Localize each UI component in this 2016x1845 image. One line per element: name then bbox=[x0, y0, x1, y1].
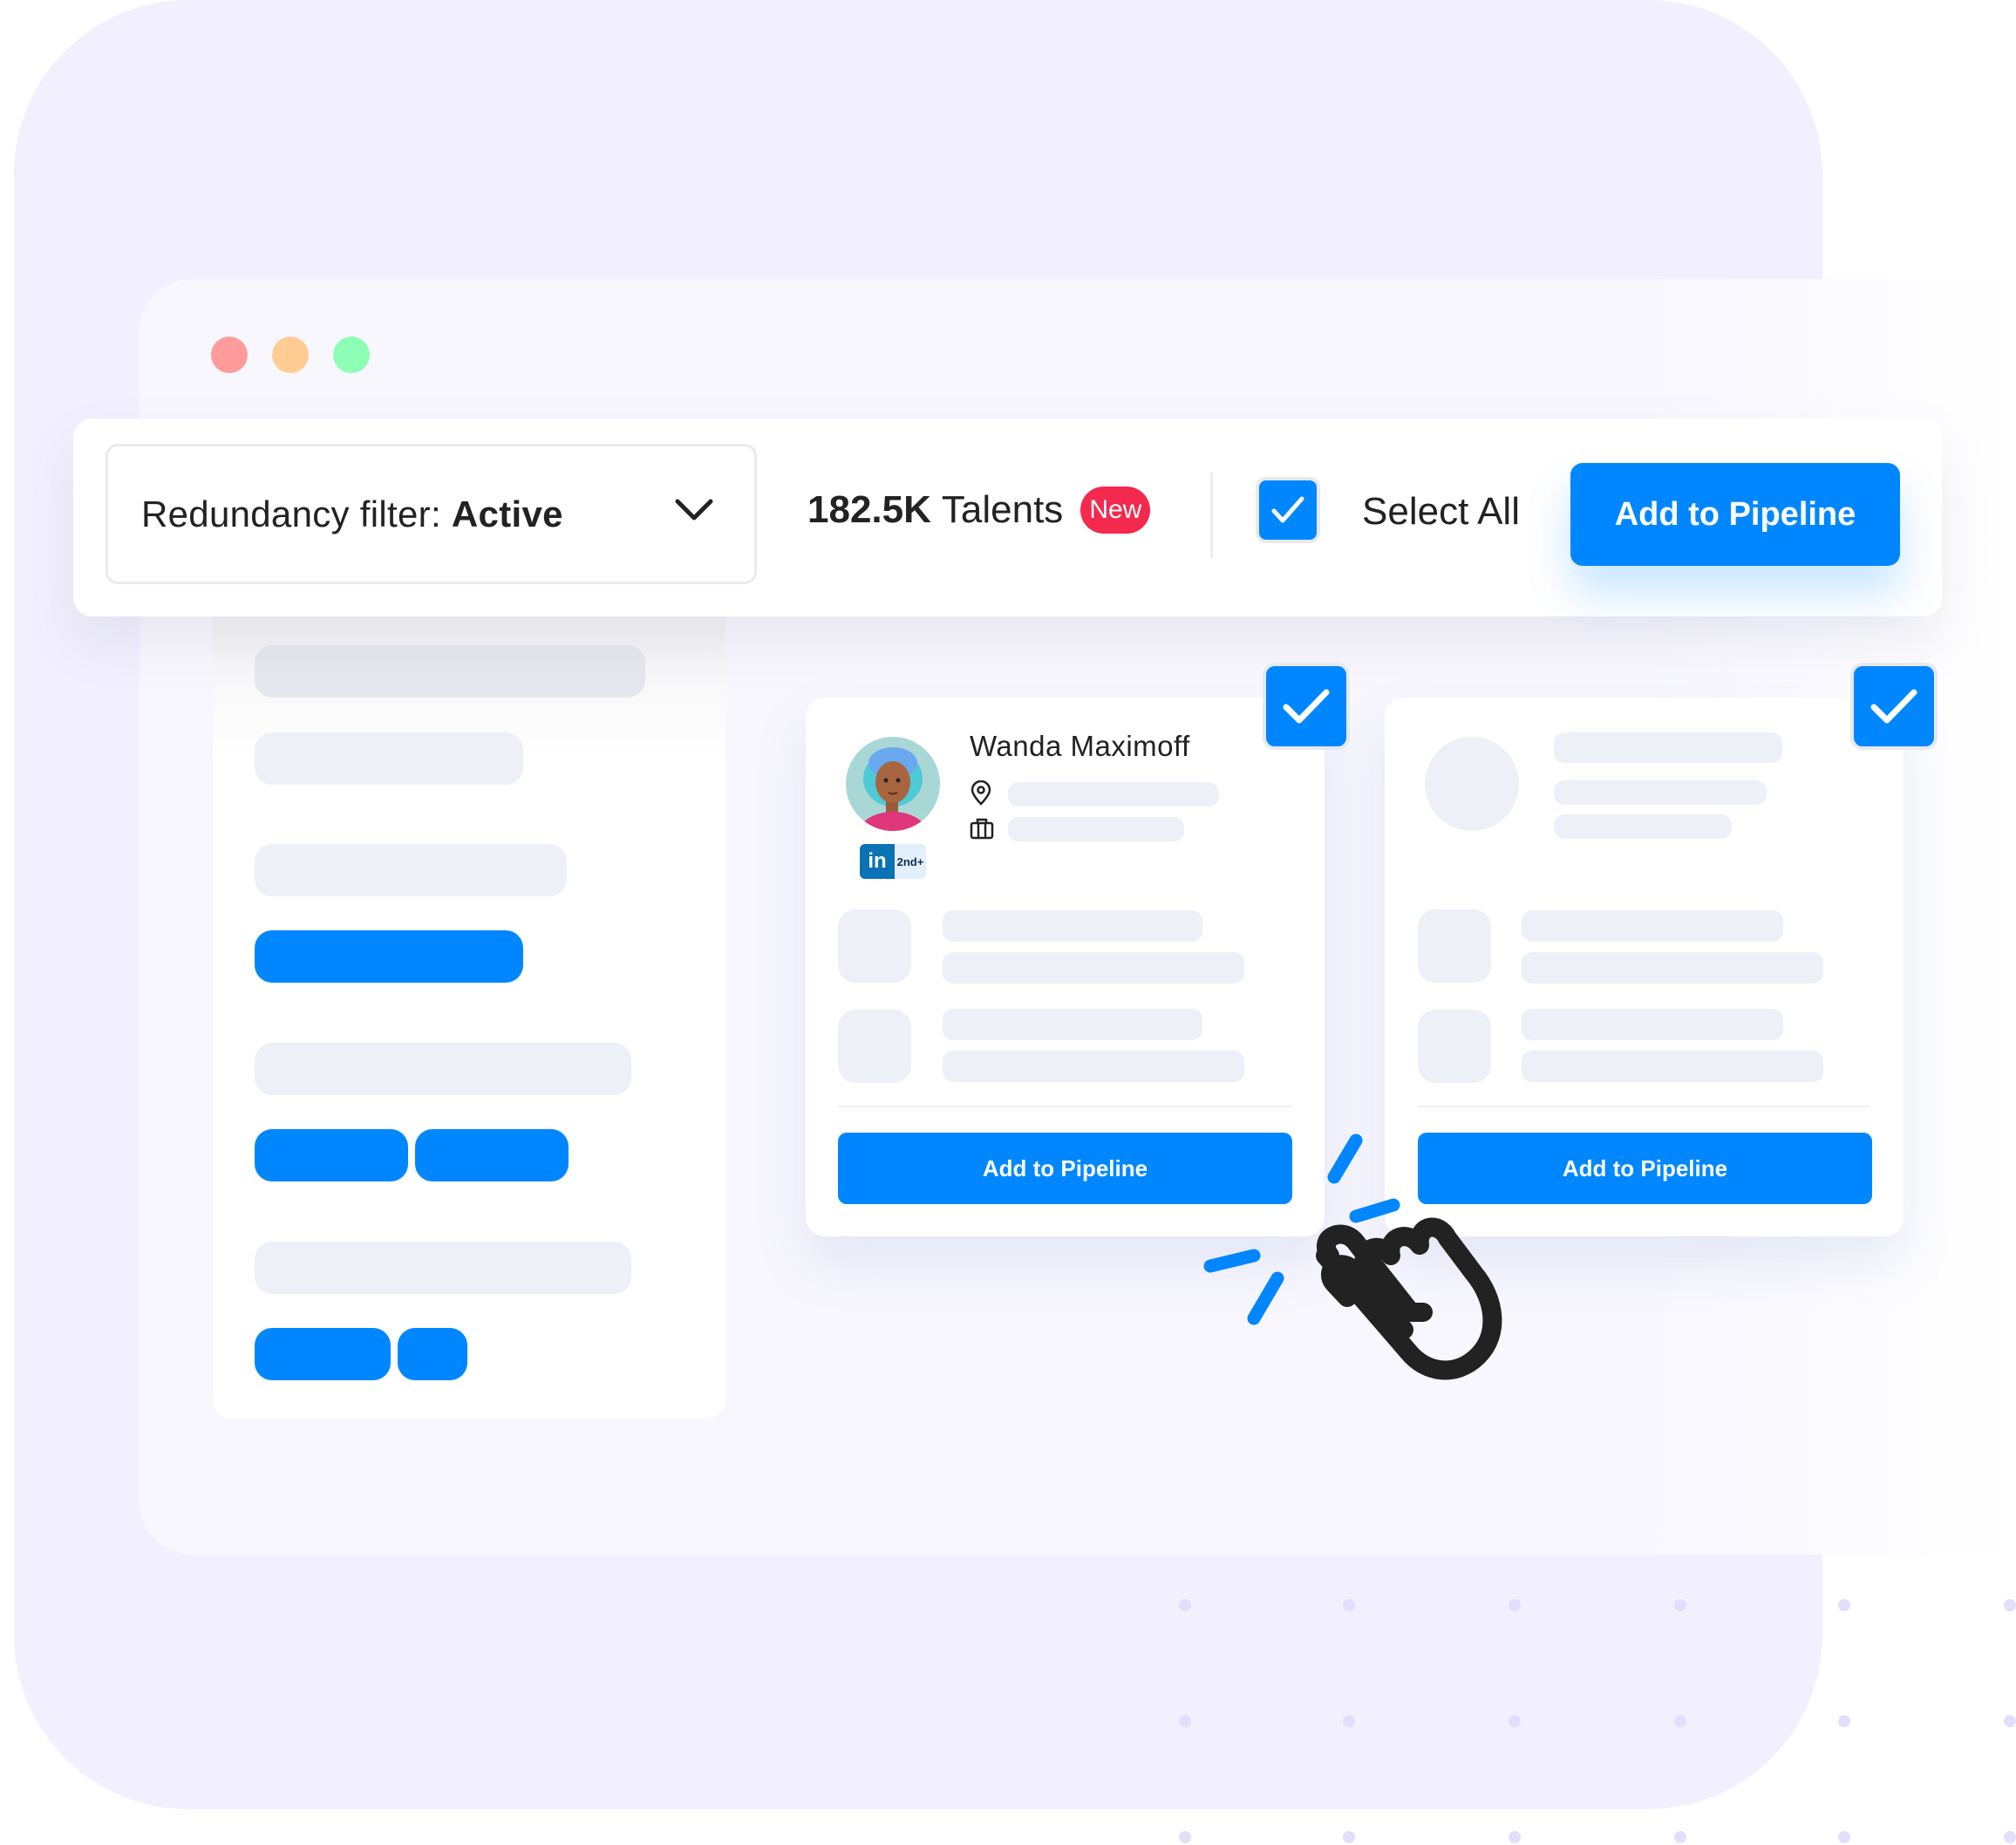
decorative-dot bbox=[1509, 1831, 1521, 1843]
filter-chip[interactable] bbox=[415, 1129, 569, 1181]
location-pin-icon bbox=[971, 780, 991, 806]
decorative-dot bbox=[2004, 1599, 2016, 1611]
checkmark-icon bbox=[1271, 496, 1304, 523]
skeleton-thumb bbox=[838, 1010, 911, 1083]
talent-name[interactable]: Wanda Maximoff bbox=[970, 730, 1190, 763]
linkedin-icon: in bbox=[860, 844, 895, 879]
minimize-window-button[interactable] bbox=[272, 337, 309, 373]
decorative-dot bbox=[1509, 1599, 1521, 1611]
connection-degree: 2nd+ bbox=[895, 844, 926, 879]
skeleton-thumb bbox=[838, 909, 911, 983]
filter-chip[interactable] bbox=[255, 1129, 408, 1181]
decorative-dot bbox=[1343, 1831, 1355, 1843]
skeleton-line bbox=[1522, 1051, 1823, 1082]
chevron-down-icon bbox=[675, 499, 713, 521]
redundancy-filter-label: Redundancy filter: Active bbox=[141, 493, 563, 534]
skeleton-line bbox=[255, 1043, 631, 1095]
filter-chip[interactable] bbox=[398, 1328, 467, 1380]
skeleton-line bbox=[943, 910, 1202, 942]
decorative-dot bbox=[1838, 1715, 1850, 1727]
new-badge: New bbox=[1080, 487, 1151, 534]
skeleton-avatar bbox=[1425, 737, 1519, 831]
close-window-button[interactable] bbox=[211, 337, 248, 373]
divider bbox=[1418, 1106, 1870, 1107]
skeleton-line bbox=[943, 1051, 1244, 1082]
decorative-dot bbox=[1838, 1599, 1850, 1611]
skeleton-line bbox=[1522, 1009, 1783, 1040]
skeleton-line bbox=[255, 1242, 631, 1294]
divider bbox=[1210, 473, 1213, 558]
add-to-pipeline-button[interactable]: Add to Pipeline bbox=[1570, 463, 1900, 566]
skeleton-line bbox=[943, 952, 1244, 984]
filter-sidebar bbox=[213, 615, 725, 1419]
maximize-window-button[interactable] bbox=[333, 337, 370, 373]
decorative-dot bbox=[1674, 1599, 1686, 1611]
skeleton-line bbox=[1554, 780, 1767, 805]
decorative-dot bbox=[1179, 1599, 1191, 1611]
skeleton-company bbox=[1008, 817, 1184, 841]
linkedin-badge[interactable]: in 2nd+ bbox=[860, 844, 926, 879]
skeleton-line bbox=[255, 732, 523, 785]
decorative-dot bbox=[1179, 1831, 1191, 1843]
select-all-checkbox[interactable] bbox=[1256, 477, 1320, 543]
talent-count-value: 182.5K bbox=[807, 488, 931, 531]
skeleton-line bbox=[255, 844, 567, 896]
skeleton-thumb bbox=[1418, 909, 1491, 983]
results-toolbar: Redundancy filter: Active 182.5K Talents… bbox=[73, 419, 1942, 616]
skeleton-line bbox=[1554, 814, 1732, 839]
skeleton-line bbox=[255, 645, 645, 698]
decorative-dot bbox=[1674, 1715, 1686, 1727]
card-select-checkbox[interactable] bbox=[1263, 663, 1350, 750]
skeleton-line bbox=[1522, 910, 1783, 942]
filter-chip[interactable] bbox=[255, 1328, 391, 1380]
divider bbox=[838, 1106, 1292, 1107]
decorative-dot bbox=[1509, 1715, 1521, 1727]
talent-count-label: Talents bbox=[941, 488, 1064, 531]
talent-count: 182.5K Talents New bbox=[807, 487, 1151, 534]
skeleton-line bbox=[1554, 732, 1782, 763]
redundancy-filter-dropdown[interactable]: Redundancy filter: Active bbox=[106, 444, 757, 584]
pointer-hand-icon bbox=[1203, 1134, 1502, 1380]
skeleton-line bbox=[1522, 952, 1823, 984]
decorative-dot bbox=[2004, 1715, 2016, 1727]
decorative-dot bbox=[1838, 1831, 1850, 1843]
avatar-illustration bbox=[858, 747, 928, 831]
briefcase-icon bbox=[970, 818, 994, 840]
filter-chip[interactable] bbox=[255, 930, 523, 983]
decorative-dot bbox=[1343, 1599, 1355, 1611]
decorative-dot bbox=[1179, 1715, 1191, 1727]
checkmark-icon bbox=[1870, 689, 1917, 724]
avatar bbox=[846, 737, 940, 831]
decorative-dot bbox=[1674, 1831, 1686, 1843]
checkmark-icon bbox=[1283, 689, 1330, 724]
card-select-checkbox[interactable] bbox=[1850, 663, 1938, 750]
skeleton-thumb bbox=[1418, 1010, 1491, 1083]
select-all-label[interactable]: Select All bbox=[1362, 490, 1520, 534]
decorative-dot bbox=[1343, 1715, 1355, 1727]
skeleton-location bbox=[1008, 782, 1219, 807]
skeleton-line bbox=[943, 1009, 1202, 1040]
decorative-dot bbox=[2004, 1831, 2016, 1843]
